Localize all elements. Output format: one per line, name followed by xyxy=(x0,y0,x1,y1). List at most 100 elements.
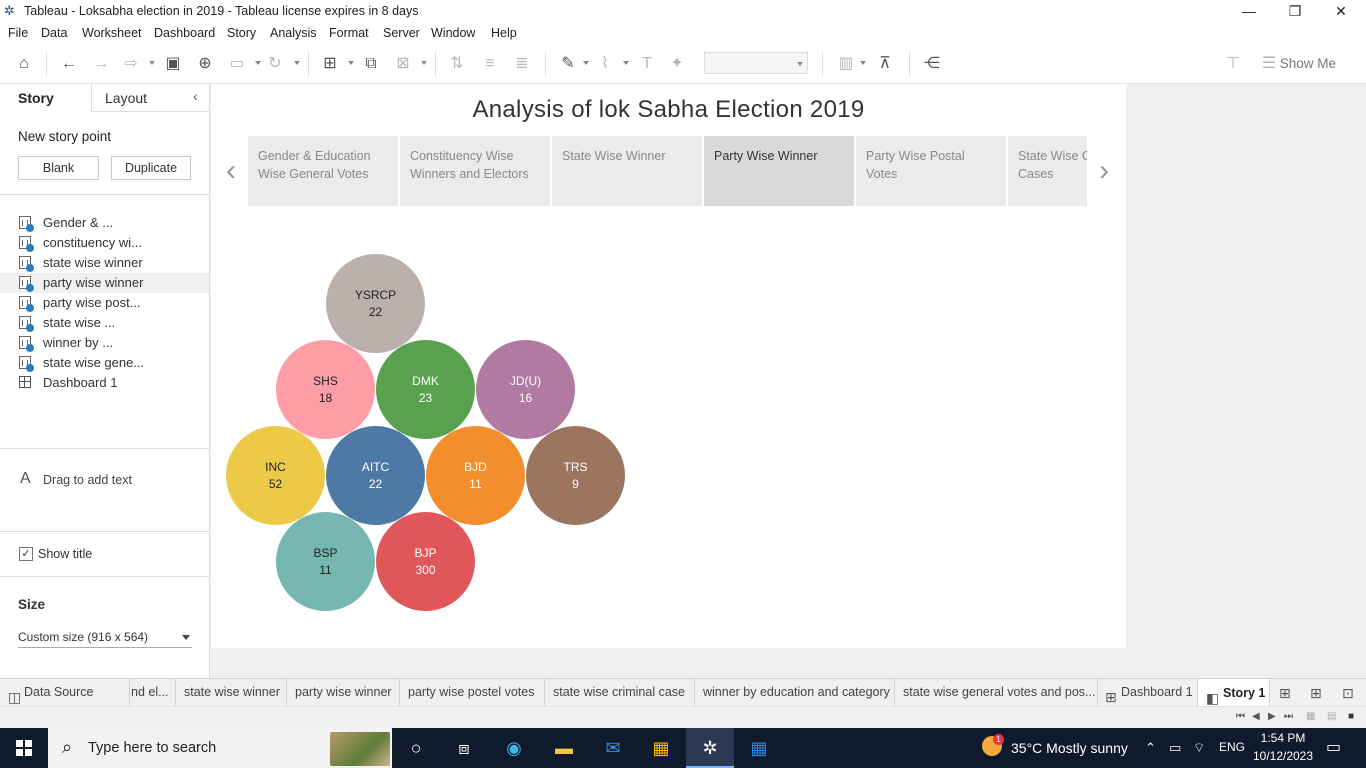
new-dashboard-icon[interactable]: ⊞ xyxy=(1310,685,1322,702)
sheet-sorter-icon[interactable]: ▦ xyxy=(1306,711,1315,722)
pause-updates-icon[interactable]: ▭ xyxy=(226,53,248,75)
chevron-up-icon[interactable]: ⌃ xyxy=(1145,740,1156,756)
maximize-button[interactable]: ❐ xyxy=(1272,0,1318,22)
start-button[interactable] xyxy=(0,728,48,768)
new-worksheet-icon[interactable]: ⊞ xyxy=(1279,685,1291,702)
battery-icon[interactable]: ▭ xyxy=(1169,740,1181,756)
cortana-icon[interactable]: ○ xyxy=(392,728,440,768)
share-icon[interactable]: ⋲ xyxy=(921,53,943,75)
sheet-item[interactable]: Dashboard 1 xyxy=(0,373,209,393)
bubble-dmk[interactable]: DMK 23 xyxy=(376,340,475,439)
sort-ascending-icon[interactable]: ≡ xyxy=(479,53,501,75)
sheet-item[interactable]: state wise gene... xyxy=(0,353,209,373)
show-me-icon[interactable]: ☰ xyxy=(1258,53,1280,75)
group-icon[interactable]: ⌇ xyxy=(594,53,616,75)
show-me-button[interactable]: Show Me xyxy=(1280,56,1336,71)
last-sheet-icon[interactable]: ⏭ xyxy=(1284,711,1293,722)
calendar-icon[interactable]: ▦ xyxy=(735,728,783,768)
home-icon[interactable]: ⌂ xyxy=(13,53,35,75)
sheet-item[interactable]: party wise post... xyxy=(0,293,209,313)
drag-to-add-text[interactable]: Drag to add text xyxy=(43,473,132,487)
pin-icon[interactable]: ✦ xyxy=(666,53,688,75)
notifications-icon[interactable]: ▭ xyxy=(1326,737,1341,757)
new-worksheet-icon[interactable]: ⊞ xyxy=(319,53,341,75)
next-sheet-icon[interactable]: ▶ xyxy=(1268,711,1276,722)
tab-sheet[interactable]: nd el... xyxy=(130,679,176,707)
tab-layout[interactable]: Layout xyxy=(105,90,147,106)
tab-sheet[interactable]: state wise general votes and pos... xyxy=(895,679,1098,707)
bubble-bsp[interactable]: BSP 11 xyxy=(276,512,375,611)
text-object-icon[interactable]: A xyxy=(20,470,31,488)
language-indicator[interactable]: ENG xyxy=(1219,740,1245,754)
bubble-bjd[interactable]: BJD 11 xyxy=(426,426,525,525)
close-button[interactable]: ✕ xyxy=(1318,0,1364,22)
file-explorer-icon[interactable]: ▬ xyxy=(540,728,588,768)
paint-format-icon[interactable]: ⊤ xyxy=(1222,53,1244,75)
menu-server[interactable]: Server xyxy=(383,26,420,40)
sheet-item[interactable]: winner by ... xyxy=(0,333,209,353)
tab-sheet[interactable]: party wise winner xyxy=(287,679,400,707)
taskbar-search[interactable]: ⌕ Type here to search xyxy=(48,728,392,768)
new-datasource-icon[interactable]: ⊕ xyxy=(194,53,216,75)
tab-sheet[interactable]: party wise postel votes xyxy=(400,679,545,707)
highlight-icon[interactable]: ✎ xyxy=(557,53,579,75)
prev-sheet-icon[interactable]: ◀ xyxy=(1252,711,1260,722)
tableau-app-icon[interactable]: ✲ xyxy=(686,728,734,768)
edge-icon[interactable]: ◉ xyxy=(490,728,538,768)
sheet-item[interactable]: Gender & ... xyxy=(0,213,209,233)
sort-descending-icon[interactable]: ≣ xyxy=(511,53,533,75)
bubble-trs[interactable]: TRS 9 xyxy=(526,426,625,525)
tab-sheet[interactable]: state wise winner xyxy=(176,679,287,707)
bubble-ysrcp[interactable]: YSRCP 22 xyxy=(326,254,425,353)
undo-icon[interactable]: ← xyxy=(58,53,80,75)
refresh-icon[interactable]: ↻ xyxy=(264,53,286,75)
bubble-inc[interactable]: INC 52 xyxy=(226,426,325,525)
size-dropdown[interactable]: Custom size (916 x 564) xyxy=(18,628,192,648)
menu-window[interactable]: Window xyxy=(431,26,475,40)
store-icon[interactable]: ▦ xyxy=(637,728,685,768)
network-icon[interactable]: ⌔ xyxy=(1193,740,1205,756)
menu-analysis[interactable]: Analysis xyxy=(270,26,317,40)
menu-dashboard[interactable]: Dashboard xyxy=(154,26,215,40)
tab-data-source[interactable]: ◫ Data Source xyxy=(0,679,130,707)
task-view-icon[interactable]: ⧈ xyxy=(440,728,488,768)
show-title-checkbox[interactable]: ✓ xyxy=(19,547,33,561)
tab-sheet[interactable]: state wise criminal case xyxy=(545,679,695,707)
duplicate-sheet-icon[interactable]: ⧉ xyxy=(360,53,382,75)
tab-story[interactable]: Story xyxy=(18,90,54,106)
menu-worksheet[interactable]: Worksheet xyxy=(82,26,142,40)
tab-dashboard[interactable]: ⊞ Dashboard 1 xyxy=(1098,679,1198,707)
tab-sheet[interactable]: winner by education and category xyxy=(695,679,895,707)
duplicate-button[interactable]: Duplicate xyxy=(111,156,191,180)
mail-icon[interactable]: ✉ xyxy=(589,728,637,768)
sheet-item[interactable]: state wise winner xyxy=(0,253,209,273)
menu-format[interactable]: Format xyxy=(329,26,369,40)
show-cards-icon[interactable]: ▥ xyxy=(835,53,857,75)
blank-button[interactable]: Blank xyxy=(18,156,99,180)
minimize-button[interactable]: — xyxy=(1226,0,1272,22)
menu-data[interactable]: Data xyxy=(41,26,67,40)
show-title-label[interactable]: Show title xyxy=(38,547,92,561)
menu-story[interactable]: Story xyxy=(227,26,256,40)
menu-file[interactable]: File xyxy=(8,26,28,40)
first-sheet-icon[interactable]: ⏮ xyxy=(1236,711,1245,722)
weather-text[interactable]: 35°C Mostly sunny xyxy=(1011,740,1128,756)
clock-time[interactable]: 1:54 PM xyxy=(1252,731,1314,745)
bubble-aitc[interactable]: AITC 22 xyxy=(326,426,425,525)
labels-icon[interactable]: T xyxy=(636,53,658,75)
fit-dropdown[interactable] xyxy=(704,52,808,74)
clock-date[interactable]: 10/12/2023 xyxy=(1249,749,1317,763)
sheet-item[interactable]: party wise winner xyxy=(0,273,209,293)
presentation-icon[interactable]: ⊼ xyxy=(874,53,896,75)
sheet-item[interactable]: constituency wi... xyxy=(0,233,209,253)
new-story-icon[interactable]: ⊡ xyxy=(1342,685,1354,702)
collapse-panel-icon[interactable]: ‹ xyxy=(193,88,198,104)
swap-icon[interactable]: ⇅ xyxy=(446,53,468,75)
bubble-jd-u[interactable]: JD(U) 16 xyxy=(476,340,575,439)
clear-sheet-icon[interactable]: ⊠ xyxy=(392,53,414,75)
tabs-view-icon[interactable]: ■ xyxy=(1348,711,1354,722)
redo-icon[interactable]: → xyxy=(90,53,112,75)
filmstrip-icon[interactable]: ▤ xyxy=(1327,711,1336,722)
save-icon[interactable]: ▣ xyxy=(162,53,184,75)
sheet-item[interactable]: state wise ... xyxy=(0,313,209,333)
